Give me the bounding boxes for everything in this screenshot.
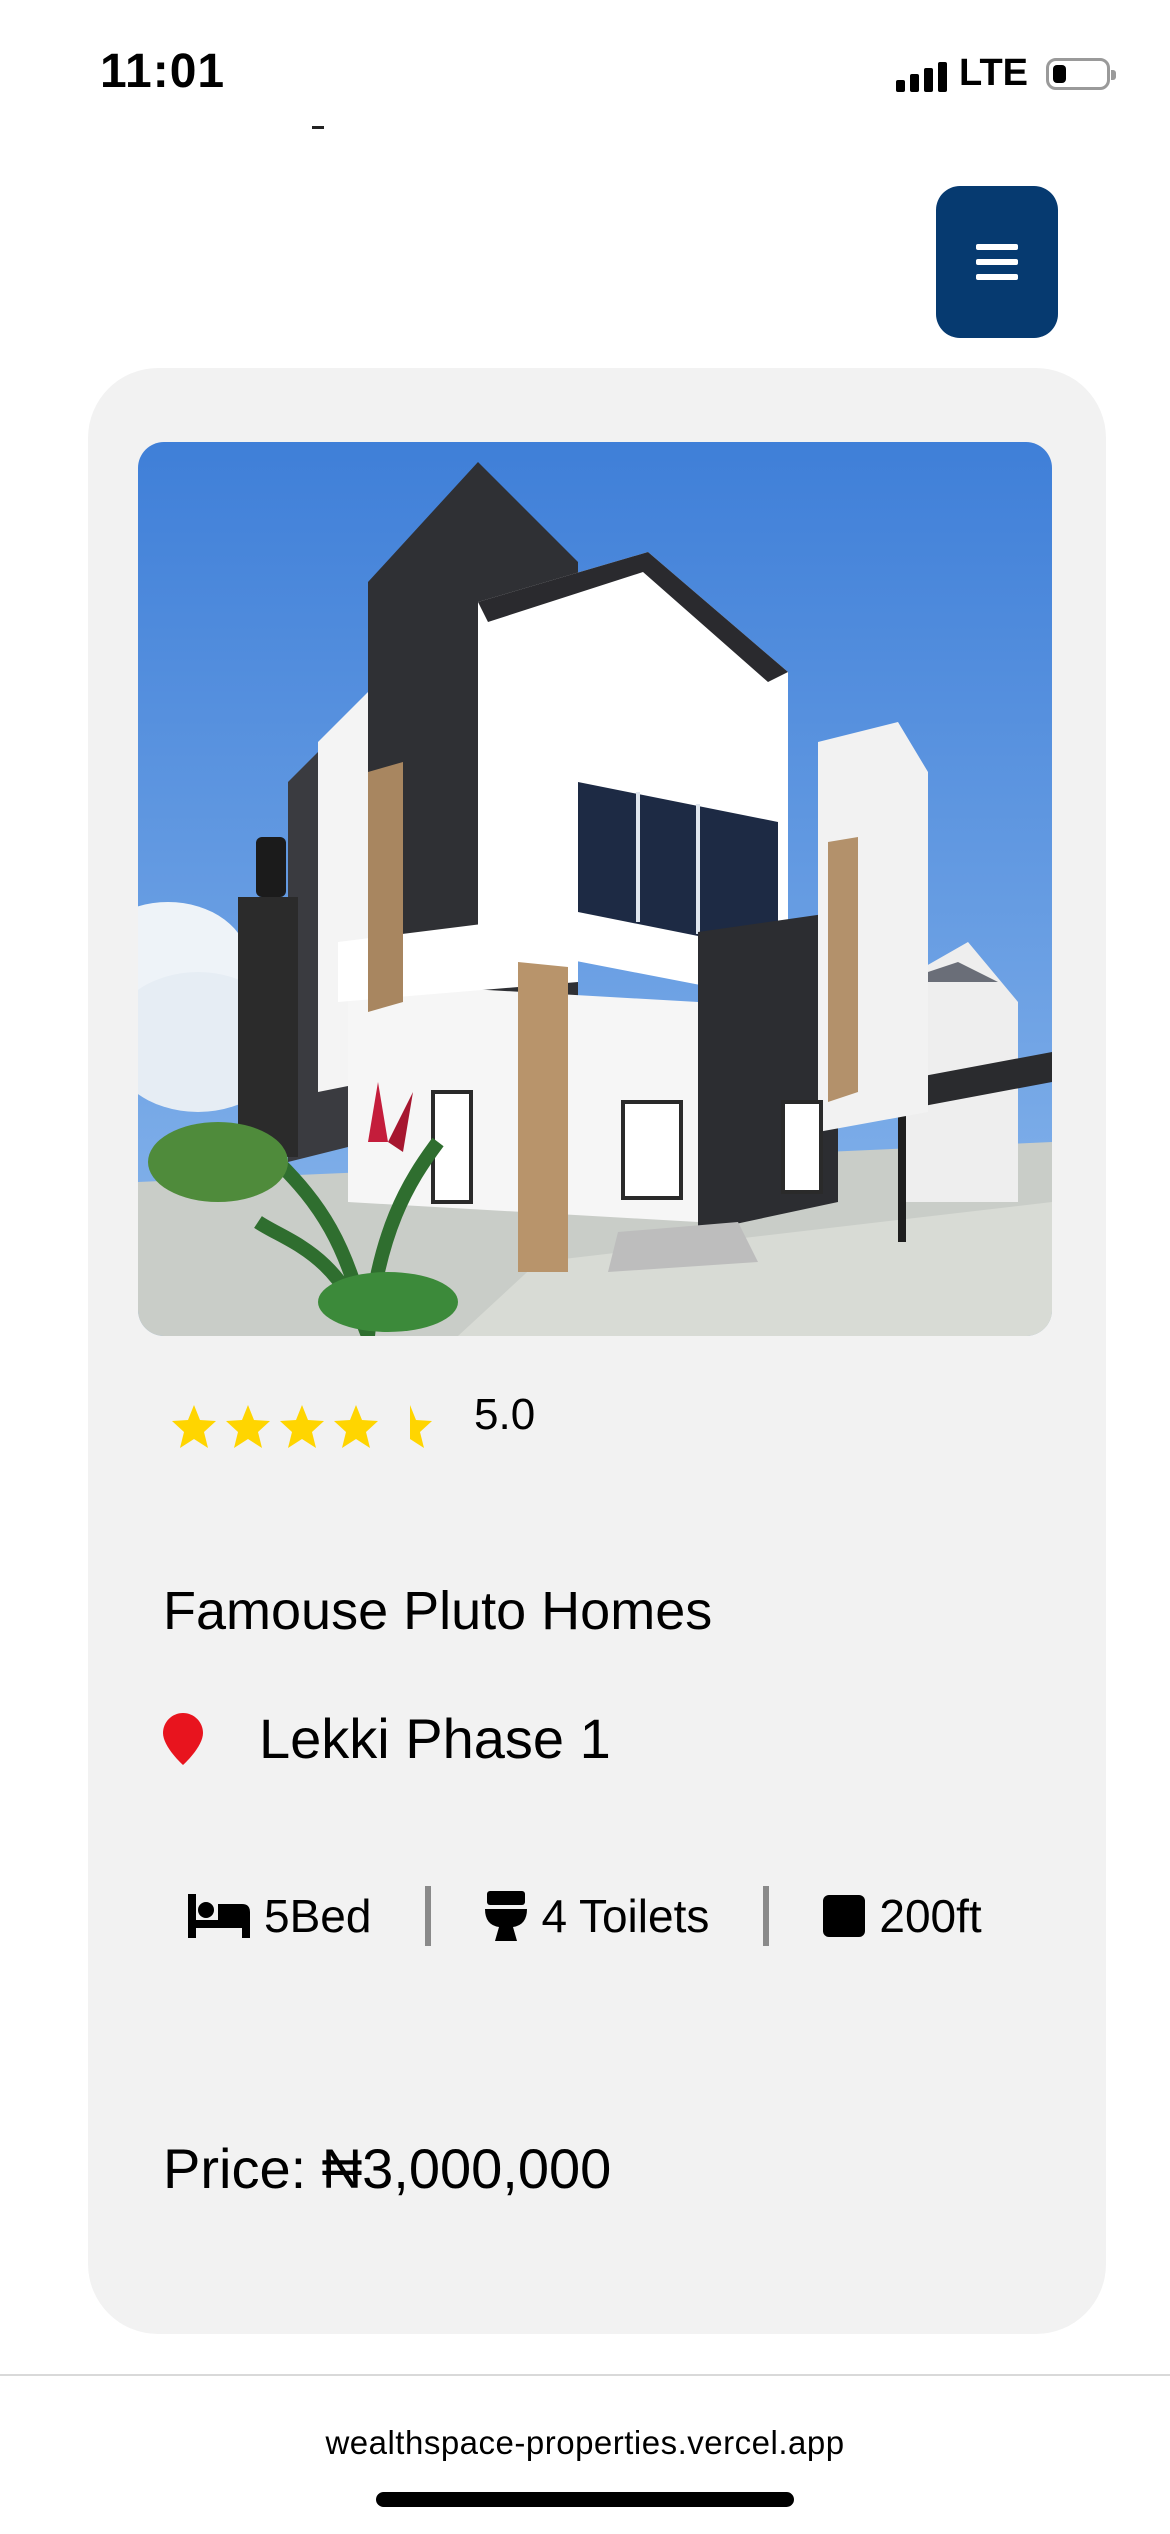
battery-level <box>1053 64 1066 83</box>
star-full-icon <box>172 1405 216 1448</box>
toilet-icon <box>485 1891 528 1941</box>
battery-icon <box>1046 57 1116 90</box>
location-text: Lekki Phase 1 <box>259 1707 611 1770</box>
feature-divider <box>425 1886 432 1946</box>
property-features: 5Bed 4 Toilets 200ft <box>188 1886 982 1946</box>
property-photo[interactable] <box>138 442 1052 1336</box>
star-half-icon <box>410 1405 432 1448</box>
signal-icon <box>896 56 948 92</box>
location-pin-icon <box>163 1712 203 1765</box>
rating: 5.0 <box>170 1390 535 1452</box>
property-location: Lekki Phase 1 <box>163 1706 611 1771</box>
hamburger-icon <box>976 244 1018 280</box>
header-dash <box>312 126 324 129</box>
status-indicators: LTE <box>896 52 1116 95</box>
status-time: 11:01 <box>100 45 226 98</box>
property-card[interactable]: 5.0 Famouse Pluto Homes Lekki Phase 1 5B… <box>88 368 1106 2334</box>
star-full-icon <box>226 1405 270 1448</box>
bed-icon <box>188 1894 250 1938</box>
rating-value: 5.0 <box>474 1390 536 1439</box>
star-full-icon <box>334 1405 378 1448</box>
home-indicator[interactable] <box>376 2492 794 2507</box>
browser-url[interactable]: wealthspace-properties.vercel.app <box>0 2424 1170 2462</box>
status-bar: 11:01 LTE <box>0 0 1170 140</box>
star-full-icon <box>280 1405 324 1448</box>
feature-area: 200ft <box>823 1889 982 1943</box>
feature-toilets: 4 Toilets <box>485 1889 709 1943</box>
feature-toilets-label: 4 Toilets <box>541 1890 710 1942</box>
property-title[interactable]: Famouse Pluto Homes <box>163 1580 712 1642</box>
browser-bottom-bar: wealthspace-properties.vercel.app <box>0 2374 1170 2534</box>
property-price: Price: ₦3,000,000 <box>163 2137 612 2200</box>
network-label: LTE <box>959 52 1028 94</box>
feature-beds-label: 5Bed <box>264 1890 372 1942</box>
area-square-icon <box>823 1895 866 1937</box>
menu-button[interactable] <box>936 186 1058 338</box>
feature-beds: 5Bed <box>188 1889 371 1943</box>
feature-area-label: 200ft <box>879 1890 982 1942</box>
rating-stars <box>170 1403 434 1451</box>
feature-divider <box>763 1886 770 1946</box>
